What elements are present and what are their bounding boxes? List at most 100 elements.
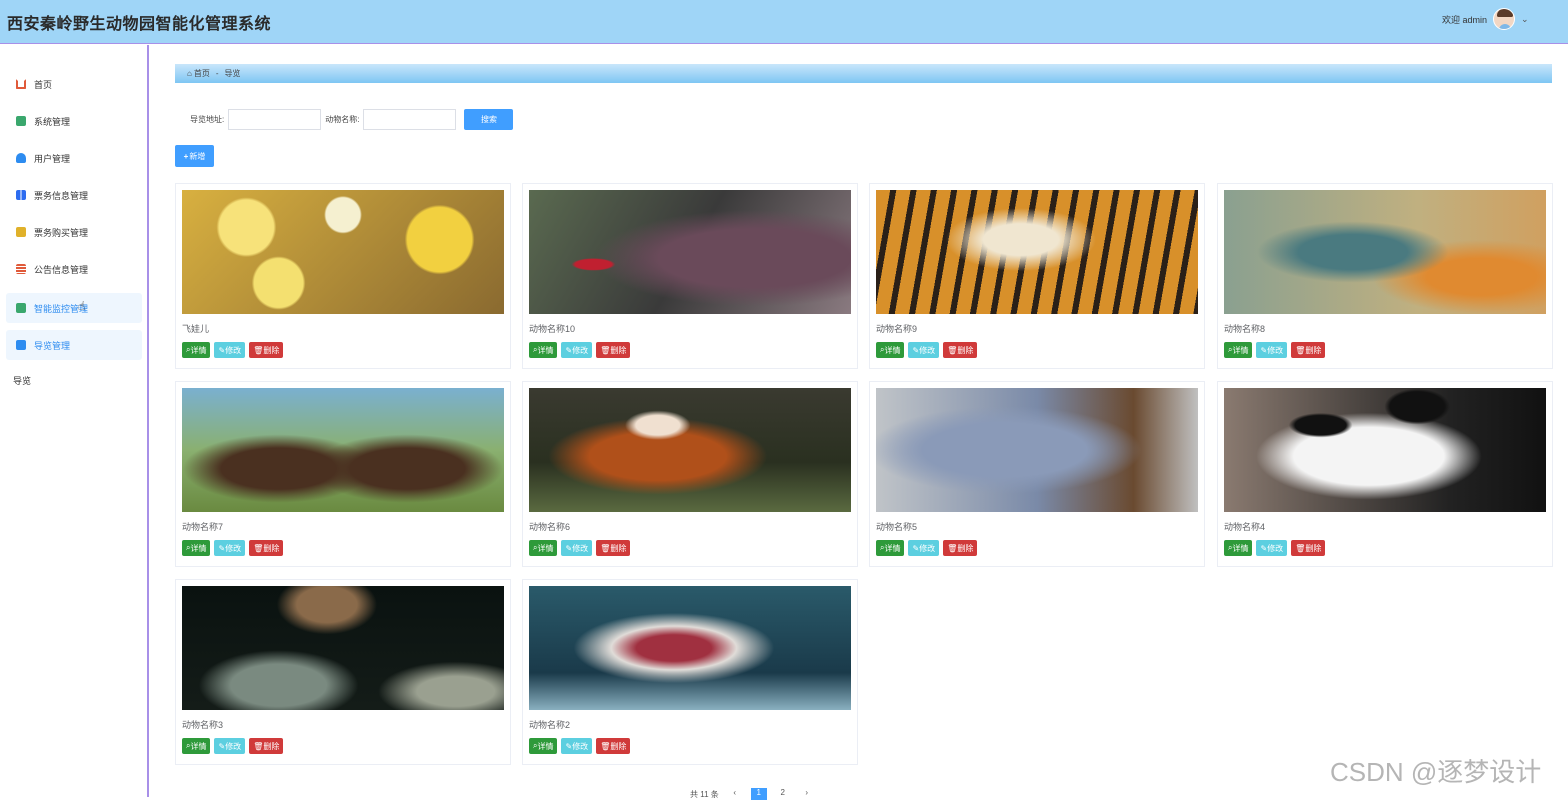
edit-button[interactable]: ✎ 修改 (1256, 342, 1288, 358)
animal-name: 动物名称8 (1224, 324, 1266, 334)
list-icon (16, 264, 26, 274)
pointer-cursor-icon: ☝ (78, 299, 86, 313)
delete-button[interactable]: 🗑 删除 (943, 342, 978, 358)
delete-label: 删除 (1305, 543, 1322, 553)
delete-button[interactable]: 🗑 删除 (249, 738, 284, 754)
animal-image[interactable] (182, 586, 504, 710)
edit-button[interactable]: ✎ 修改 (214, 342, 246, 358)
delete-button[interactable]: 🗑 删除 (596, 738, 631, 754)
edit-button[interactable]: ✎ 修改 (1256, 540, 1288, 556)
animal-card: 动物名称7 ⌕ 详情 ✎ 修改 🗑 删除 (175, 381, 511, 567)
trash-icon: 🗑 (600, 543, 611, 553)
edit-icon: ✎ (912, 543, 920, 553)
user-icon (16, 153, 26, 163)
detail-label: 详情 (537, 345, 554, 355)
animal-image[interactable] (1224, 388, 1546, 512)
animal-image[interactable] (529, 586, 851, 710)
edit-icon: ✎ (218, 345, 226, 355)
animal-image[interactable] (876, 388, 1198, 512)
animal-card: 动物名称3 ⌕ 详情 ✎ 修改 🗑 删除 (175, 579, 511, 765)
edit-label: 修改 (1267, 345, 1284, 355)
detail-button[interactable]: ⌕ 详情 (529, 342, 558, 358)
trash-icon: 🗑 (947, 345, 958, 355)
delete-label: 删除 (610, 741, 627, 751)
detail-label: 详情 (190, 741, 207, 751)
animal-name-input[interactable] (363, 109, 457, 130)
delete-button[interactable]: 🗑 删除 (249, 342, 284, 358)
sidebar-item-system[interactable]: 系统管理 (6, 106, 142, 136)
delete-label: 删除 (957, 345, 974, 355)
delete-label: 删除 (263, 741, 280, 751)
animal-card: 动物名称4 ⌕ 详情 ✎ 修改 🗑 删除 (1217, 381, 1553, 567)
animal-card: 飞娃儿 ⌕ 详情 ✎ 修改 🗑 删除 (175, 183, 511, 369)
sidebar-item-users[interactable]: 用户管理 (6, 143, 142, 173)
animal-name: 动物名称7 (182, 522, 224, 532)
edit-button[interactable]: ✎ 修改 (908, 342, 940, 358)
sidebar-item-label: 用户管理 (34, 153, 71, 164)
detail-button[interactable]: ⌕ 详情 (182, 342, 211, 358)
edit-button[interactable]: ✎ 修改 (214, 540, 246, 556)
delete-button[interactable]: 🗑 删除 (249, 540, 284, 556)
delete-label: 删除 (263, 543, 280, 553)
detail-button[interactable]: ⌕ 详情 (876, 342, 905, 358)
sidebar-item-ticket-purchase[interactable]: 票务购买管理 (6, 217, 142, 247)
sidebar-item-label: 票务购买管理 (34, 227, 89, 238)
sidebar-item-guide[interactable]: 导览管理 (6, 330, 142, 360)
search-button[interactable]: 搜索 (464, 109, 514, 130)
prev-page-button[interactable]: ‹ (727, 788, 743, 800)
detail-button[interactable]: ⌕ 详情 (182, 540, 211, 556)
avatar[interactable] (1493, 8, 1516, 30)
trash-icon: 🗑 (253, 345, 264, 355)
animal-image[interactable] (182, 388, 504, 512)
delete-label: 删除 (610, 543, 627, 553)
delete-button[interactable]: 🗑 删除 (596, 342, 631, 358)
edit-label: 修改 (225, 345, 242, 355)
detail-button[interactable]: ⌕ 详情 (529, 540, 558, 556)
watermark: CSDN @逐梦设计 (1330, 757, 1542, 787)
edit-icon: ✎ (218, 741, 226, 751)
sidebar-item-label: 公告信息管理 (34, 264, 89, 275)
sidebar-subitem-guide[interactable]: 导览 (13, 374, 31, 387)
detail-button[interactable]: ⌕ 详情 (876, 540, 905, 556)
breadcrumb-home[interactable]: 首页 (194, 68, 210, 79)
animal-image[interactable] (529, 388, 851, 512)
sidebar-item-ticket-info[interactable]: 票务信息管理 (6, 180, 142, 210)
detail-label: 详情 (1232, 543, 1249, 553)
page-button[interactable]: 2 (775, 788, 791, 800)
add-button[interactable]: + 新增 (175, 145, 214, 167)
chevron-down-icon[interactable]: ⌄ (1521, 14, 1529, 25)
detail-label: 详情 (537, 543, 554, 553)
detail-button[interactable]: ⌕ 详情 (1224, 342, 1253, 358)
animal-card: 动物名称8 ⌕ 详情 ✎ 修改 🗑 删除 (1217, 183, 1553, 369)
address-input[interactable] (228, 109, 322, 130)
page-button-current[interactable]: 1 (750, 788, 767, 800)
sidebar-item-monitor[interactable]: 智能监控管理 (6, 293, 142, 323)
sidebar-item-home[interactable]: 首页 (6, 69, 142, 99)
sidebar-item-label: 导览管理 (34, 340, 71, 351)
sidebar-item-notice[interactable]: 公告信息管理 (6, 254, 142, 284)
detail-button[interactable]: ⌕ 详情 (182, 738, 211, 754)
animal-name: 动物名称9 (876, 324, 918, 334)
user-menu[interactable]: 欢迎 admin ⌄ (1442, 8, 1529, 30)
edit-icon: ✎ (1260, 543, 1268, 553)
animal-image[interactable] (1224, 190, 1546, 314)
animal-name-label: 动物名称: (325, 115, 360, 124)
monitor-icon (16, 303, 26, 313)
animal-image[interactable] (182, 190, 504, 314)
animal-name: 动物名称10 (529, 324, 576, 334)
animal-name: 动物名称6 (529, 522, 571, 532)
edit-button[interactable]: ✎ 修改 (561, 342, 593, 358)
delete-button[interactable]: 🗑 删除 (943, 540, 978, 556)
edit-button[interactable]: ✎ 修改 (561, 738, 593, 754)
detail-button[interactable]: ⌕ 详情 (1224, 540, 1253, 556)
delete-button[interactable]: 🗑 删除 (1291, 540, 1326, 556)
animal-image[interactable] (876, 190, 1198, 314)
detail-button[interactable]: ⌕ 详情 (529, 738, 558, 754)
edit-button[interactable]: ✎ 修改 (908, 540, 940, 556)
next-page-button[interactable]: › (799, 788, 815, 800)
edit-button[interactable]: ✎ 修改 (561, 540, 593, 556)
delete-button[interactable]: 🗑 删除 (1291, 342, 1326, 358)
delete-button[interactable]: 🗑 删除 (596, 540, 631, 556)
animal-image[interactable] (529, 190, 851, 314)
edit-button[interactable]: ✎ 修改 (214, 738, 246, 754)
